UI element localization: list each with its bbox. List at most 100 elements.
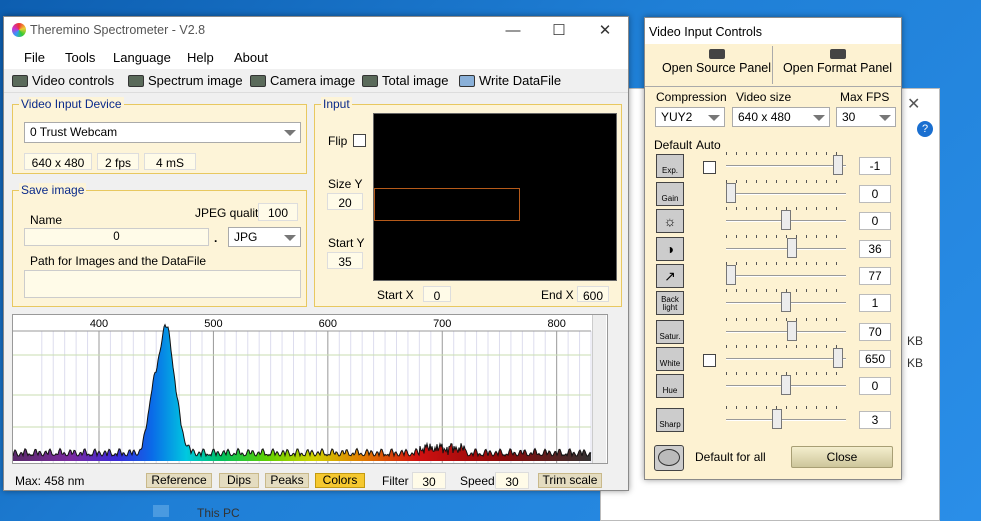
jpeg-quality-input[interactable]: 100 xyxy=(258,203,298,221)
path-input[interactable] xyxy=(24,270,301,298)
write-datafile-button[interactable]: Write DataFile xyxy=(459,73,561,88)
slider-thumb[interactable] xyxy=(786,321,797,341)
control-label: White xyxy=(659,359,681,368)
max-fps-value: 30 xyxy=(842,110,856,124)
compression-select[interactable]: YUY2 xyxy=(655,107,725,127)
saturation-icon[interactable]: Satur. xyxy=(656,320,684,344)
white-balance-icon[interactable]: White xyxy=(656,347,684,371)
control-value[interactable]: 0 xyxy=(859,185,891,203)
video-size-select[interactable]: 640 x 480 xyxy=(732,107,830,127)
spectrum-scrollbar[interactable] xyxy=(592,315,606,463)
gamma-icon[interactable]: ↗ xyxy=(656,264,684,288)
menu-language[interactable]: Language xyxy=(113,50,171,65)
chevron-down-icon xyxy=(813,115,825,121)
slider-thumb[interactable] xyxy=(786,238,797,258)
title-bar[interactable]: Theremino Spectrometer - V2.8 — ☐ ✕ xyxy=(4,17,628,45)
control-value[interactable]: 70 xyxy=(859,323,891,341)
maximize-icon[interactable]: ☐ xyxy=(536,17,582,45)
control-slider[interactable] xyxy=(726,318,846,341)
circle-icon xyxy=(658,449,680,466)
total-image-button[interactable]: Total image xyxy=(362,73,448,88)
end-x-input[interactable]: 600 xyxy=(577,286,609,303)
close-icon[interactable]: ✕ xyxy=(582,17,628,45)
reference-button[interactable]: Reference xyxy=(146,473,212,488)
close-button[interactable]: Close xyxy=(791,446,893,468)
control-slider[interactable] xyxy=(726,180,846,203)
exposure-icon[interactable]: Exp. xyxy=(656,154,684,178)
control-slider[interactable] xyxy=(726,207,846,230)
control-value[interactable]: 0 xyxy=(859,212,891,230)
dips-button[interactable]: Dips xyxy=(219,473,259,488)
start-y-input[interactable]: 35 xyxy=(327,252,363,269)
video-controls-button[interactable]: Video controls xyxy=(12,73,114,88)
hue-icon[interactable]: Hue xyxy=(656,374,684,398)
size-y-input[interactable]: 20 xyxy=(327,193,363,210)
control-slider[interactable] xyxy=(726,152,846,175)
max-fps-select[interactable]: 30 xyxy=(836,107,896,127)
auto-checkbox[interactable] xyxy=(703,354,716,367)
filename-input[interactable]: 0 xyxy=(24,228,209,246)
control-slider[interactable] xyxy=(726,345,846,368)
control-slider[interactable] xyxy=(726,406,846,429)
slider-thumb[interactable] xyxy=(781,292,791,312)
gain-icon[interactable]: Gain xyxy=(656,182,684,206)
ms-readout: 4 mS xyxy=(144,153,196,170)
capture-region-rectangle[interactable] xyxy=(374,188,520,221)
open-source-panel-button[interactable]: Open Source Panel xyxy=(661,46,773,84)
speed-input[interactable]: 30 xyxy=(495,472,529,489)
colors-button[interactable]: Colors xyxy=(315,473,365,488)
control-value[interactable]: 650 xyxy=(859,350,891,368)
trim-scale-button[interactable]: Trim scale xyxy=(538,473,602,488)
control-value[interactable]: 77 xyxy=(859,267,891,285)
spectrum-image-button[interactable]: Spectrum image xyxy=(128,73,243,88)
camera-image-button[interactable]: Camera image xyxy=(250,73,355,88)
slider-thumb[interactable] xyxy=(772,409,783,429)
slider-thumb[interactable] xyxy=(832,348,843,368)
contrast-icon[interactable]: ◑ xyxy=(656,237,684,261)
peaks-button[interactable]: Peaks xyxy=(265,473,309,488)
control-value[interactable]: -1 xyxy=(859,157,891,175)
brightness-icon[interactable]: ☼ xyxy=(656,209,684,233)
chevron-down-icon xyxy=(708,115,720,121)
control-value[interactable]: 0 xyxy=(859,377,891,395)
chevron-down-icon xyxy=(284,235,296,241)
menu-file[interactable]: File xyxy=(24,50,45,65)
filter-input[interactable]: 30 xyxy=(412,472,446,489)
flip-checkbox[interactable] xyxy=(353,134,366,147)
menu-tools[interactable]: Tools xyxy=(65,50,95,65)
slider-thumb[interactable] xyxy=(781,210,791,230)
spectrum-image-label: Spectrum image xyxy=(148,73,243,88)
control-slider[interactable] xyxy=(726,372,846,395)
slider-track xyxy=(726,419,846,421)
slider-thumb[interactable] xyxy=(726,183,736,203)
control-slider[interactable] xyxy=(726,262,846,285)
slider-thumb[interactable] xyxy=(832,155,843,175)
window-title: Theremino Spectrometer - V2.8 xyxy=(30,23,206,37)
minimize-icon[interactable]: — xyxy=(490,17,536,45)
backlight-icon[interactable]: Back light xyxy=(656,291,684,315)
format-select[interactable]: JPG xyxy=(228,227,301,247)
start-x-input[interactable]: 0 xyxy=(423,286,451,303)
menu-about[interactable]: About xyxy=(234,50,268,65)
open-format-panel-button[interactable]: Open Format Panel xyxy=(775,46,900,84)
control-value[interactable]: 3 xyxy=(859,411,891,429)
control-label: Satur. xyxy=(659,332,681,341)
control-slider[interactable] xyxy=(726,235,846,258)
help-icon[interactable]: ? xyxy=(917,121,933,137)
sharpness-icon[interactable]: Sharp xyxy=(656,408,684,432)
device-select[interactable]: 0 Trust Webcam xyxy=(24,122,301,143)
control-value[interactable]: 1 xyxy=(859,294,891,312)
slider-thumb[interactable] xyxy=(781,375,791,395)
auto-checkbox[interactable] xyxy=(703,161,716,174)
menu-help[interactable]: Help xyxy=(187,50,214,65)
spectrum-graph[interactable]: 400 500 600 700 800 xyxy=(12,314,608,464)
this-pc-label[interactable]: This PC xyxy=(197,506,240,520)
close-icon[interactable]: ✕ xyxy=(907,94,920,114)
slider-thumb[interactable] xyxy=(726,265,736,285)
default-for-all-label: Default for all xyxy=(695,450,766,464)
control-value[interactable]: 36 xyxy=(859,240,891,258)
default-all-button[interactable] xyxy=(654,445,684,471)
flip-label: Flip xyxy=(328,134,348,148)
window-title: Video Input Controls xyxy=(645,18,901,44)
control-slider[interactable] xyxy=(726,289,846,312)
